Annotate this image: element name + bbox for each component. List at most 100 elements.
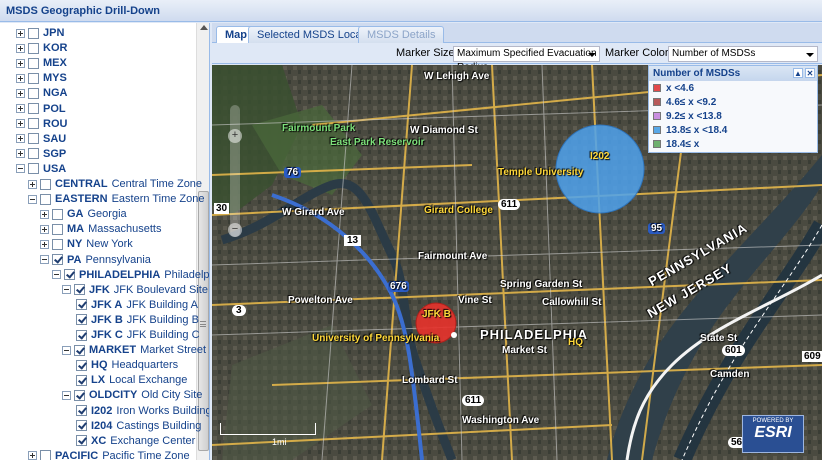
tree-checkbox[interactable]: [28, 42, 39, 54]
expand-icon[interactable]: [28, 451, 37, 460]
tree-node-ny[interactable]: NY New York: [40, 236, 133, 252]
tree-node-kor[interactable]: KOR: [16, 40, 71, 56]
tree-checkbox[interactable]: [40, 193, 51, 205]
tree-checkbox[interactable]: [40, 178, 51, 190]
tree-node-desc: Local Exchange: [109, 374, 188, 387]
tree-node-pol[interactable]: POL: [16, 101, 70, 117]
tree-node-jpn[interactable]: JPN: [16, 25, 68, 41]
tree-checkbox[interactable]: [74, 389, 85, 401]
route-shield-95: 95: [648, 223, 666, 234]
expand-icon[interactable]: [16, 73, 25, 83]
tree-checkbox[interactable]: [76, 359, 87, 371]
expand-icon[interactable]: [16, 149, 25, 159]
expand-icon[interactable]: [16, 134, 25, 144]
collapse-icon[interactable]: [52, 270, 61, 280]
zoom-out-icon[interactable]: −: [228, 223, 242, 237]
tree-checkbox[interactable]: [28, 87, 39, 99]
tree-node-xc[interactable]: XC Exchange Center: [76, 433, 195, 449]
tree-checkbox[interactable]: [76, 374, 87, 386]
tree-node-code: USA: [43, 162, 67, 175]
tree-node-i202[interactable]: I202 Iron Works Building: [76, 403, 209, 419]
tree-checkbox[interactable]: [76, 329, 87, 341]
expand-icon[interactable]: [16, 119, 25, 129]
map-label-penn: University of Pennsylvania: [312, 333, 440, 344]
tree-checkbox[interactable]: [28, 103, 39, 114]
collapse-icon[interactable]: [62, 285, 71, 295]
tree-checkbox[interactable]: [28, 163, 39, 175]
marker-size-select[interactable]: Maximum Specified Evacuation Radius: [453, 46, 600, 73]
tree-node-ga[interactable]: GA Georgia: [40, 206, 127, 222]
scrollbar-grip-icon: [200, 321, 206, 327]
tree-checkbox[interactable]: [40, 450, 51, 460]
tree-node-sgp[interactable]: SGP: [16, 146, 70, 162]
legend-item: 13.8≤ x <18.4: [649, 123, 817, 137]
tree-node-oldcity[interactable]: OLDCITY Old City Site: [62, 387, 202, 403]
tree-checkbox[interactable]: [52, 238, 63, 250]
tree-node-jfk-a[interactable]: JFK A JFK Building A: [76, 297, 198, 313]
collapse-icon[interactable]: [40, 255, 49, 264]
tree-node-lx[interactable]: LX Local Exchange: [76, 372, 187, 388]
tree-node-eastern[interactable]: EASTERN Eastern Time Zone: [28, 191, 205, 207]
tree-node-usa[interactable]: USA: [16, 161, 70, 177]
close-icon[interactable]: ✕: [805, 68, 815, 78]
tree-checkbox[interactable]: [64, 269, 75, 281]
tree-node-mys[interactable]: MYS: [16, 70, 71, 86]
tree-node-jfk-b[interactable]: JFK B JFK Building B: [76, 312, 199, 328]
tree-checkbox[interactable]: [52, 208, 63, 220]
tree-node-ma[interactable]: MA Massachusetts: [40, 221, 161, 237]
expand-icon[interactable]: [16, 88, 25, 98]
tree-node-central[interactable]: CENTRAL Central Time Zone: [28, 176, 202, 192]
tree-node-code: MYS: [43, 72, 67, 85]
tree-node-mex[interactable]: MEX: [16, 55, 71, 71]
map-view[interactable]: JFK B I202 PHILADELPHIA PENNSYLVANIA NEW…: [212, 65, 822, 460]
marker-color-select[interactable]: Number of MSDSs: [668, 46, 818, 62]
tree-node-code: MEX: [43, 57, 67, 70]
tree-checkbox[interactable]: [28, 148, 39, 160]
tree-checkbox[interactable]: [52, 254, 63, 265]
expand-icon[interactable]: [16, 28, 25, 38]
tree-checkbox[interactable]: [74, 284, 85, 296]
tree-node-rou[interactable]: ROU: [16, 116, 71, 132]
tree-node-hq[interactable]: HQ Headquarters: [76, 357, 178, 373]
tree-checkbox[interactable]: [76, 314, 87, 326]
tree-checkbox[interactable]: [28, 133, 39, 145]
tree-node-sau[interactable]: SAU: [16, 131, 70, 147]
expand-icon[interactable]: [16, 58, 25, 68]
expand-icon[interactable]: [16, 104, 25, 113]
scroll-up-arrow-icon[interactable]: [200, 25, 208, 30]
collapse-icon[interactable]: [28, 194, 37, 204]
tree-checkbox[interactable]: [76, 435, 87, 447]
tree-node-pa[interactable]: PA Pennsylvania: [40, 252, 151, 268]
tree-checkbox[interactable]: [76, 420, 87, 432]
tree-checkbox[interactable]: [28, 118, 39, 130]
tree-checkbox[interactable]: [28, 27, 39, 39]
tree-checkbox[interactable]: [76, 299, 87, 311]
tree-node-philadelphia[interactable]: PHILADELPHIAPhiladelphia: [52, 267, 209, 283]
collapse-icon[interactable]: [62, 390, 71, 400]
tree-checkbox[interactable]: [74, 344, 85, 356]
collapse-icon[interactable]: ▲: [793, 68, 803, 78]
map-label-spring-garden: Spring Garden St: [500, 279, 583, 290]
tree-node-jfk-c[interactable]: JFK C JFK Building C: [76, 327, 200, 343]
collapse-icon[interactable]: [62, 345, 71, 355]
tree-checkbox[interactable]: [28, 57, 39, 69]
expand-icon[interactable]: [28, 179, 37, 189]
tree-node-i204[interactable]: I204 Castings Building: [76, 418, 201, 434]
tree-checkbox[interactable]: [28, 72, 39, 84]
tree-checkbox[interactable]: [76, 405, 87, 416]
collapse-icon[interactable]: [16, 164, 25, 174]
expand-icon[interactable]: [40, 209, 49, 219]
tree-node-desc: Massachusetts: [88, 223, 162, 236]
map-label-girard-college: Girard College: [424, 205, 493, 216]
expand-icon[interactable]: [40, 239, 49, 249]
expand-icon[interactable]: [16, 43, 25, 53]
tree-node-jfk[interactable]: JFK JFK Boulevard Site: [62, 282, 208, 298]
zoom-in-icon[interactable]: +: [228, 129, 242, 143]
tree-checkbox[interactable]: [52, 223, 63, 235]
map-label-camden: Camden: [710, 369, 750, 380]
zoom-slider[interactable]: [230, 105, 240, 237]
tree-node-pacific[interactable]: PACIFIC Pacific Time Zone: [28, 448, 190, 460]
tree-node-market[interactable]: MARKETMarket Street Site: [62, 342, 209, 358]
tree-node-nga[interactable]: NGA: [16, 85, 71, 101]
expand-icon[interactable]: [40, 224, 49, 234]
